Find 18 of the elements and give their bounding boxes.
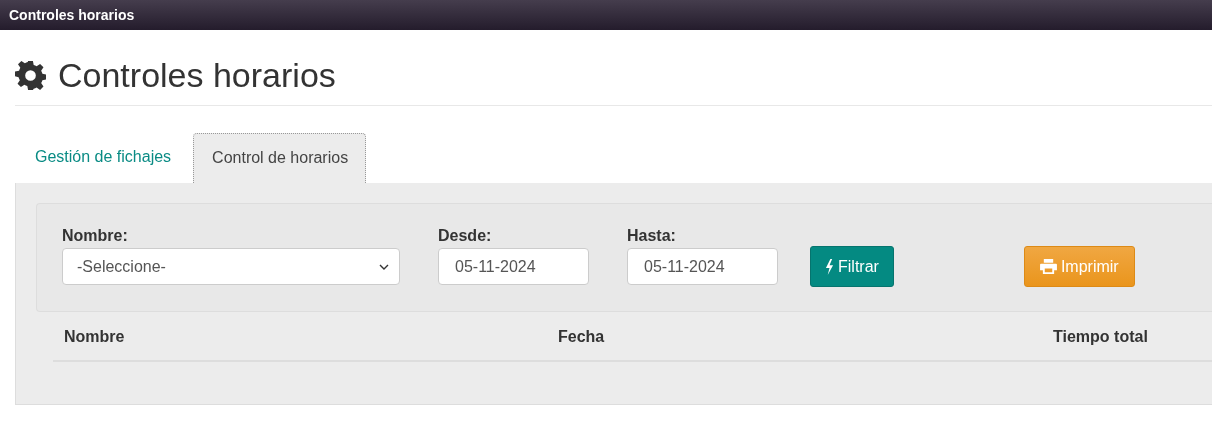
caret-icon [379,263,389,270]
column-header: Nombre [64,328,125,345]
date-field[interactable]: 05-11-2024 [438,248,589,285]
filter-button[interactable]: Filtrar [810,246,894,287]
printer-icon [1039,259,1057,274]
settings-icon [15,60,46,91]
field-label: Hasta: [627,227,677,245]
window-title: Controles horarios [9,7,135,23]
name-select[interactable]: -Seleccione- [62,248,400,285]
tab[interactable]: Control de horarios [193,133,367,183]
field-label: Nombre: [62,227,129,245]
tab[interactable]: Gestión de fichajes [20,133,187,183]
lightning-icon [825,258,834,275]
column-header: Tiempo total [1053,328,1148,345]
field-label: Desde: [438,227,493,245]
column-header: Fecha [558,328,605,345]
date-field[interactable]: 05-11-2024 [627,248,778,285]
page-title: Controles horarios [58,56,336,95]
